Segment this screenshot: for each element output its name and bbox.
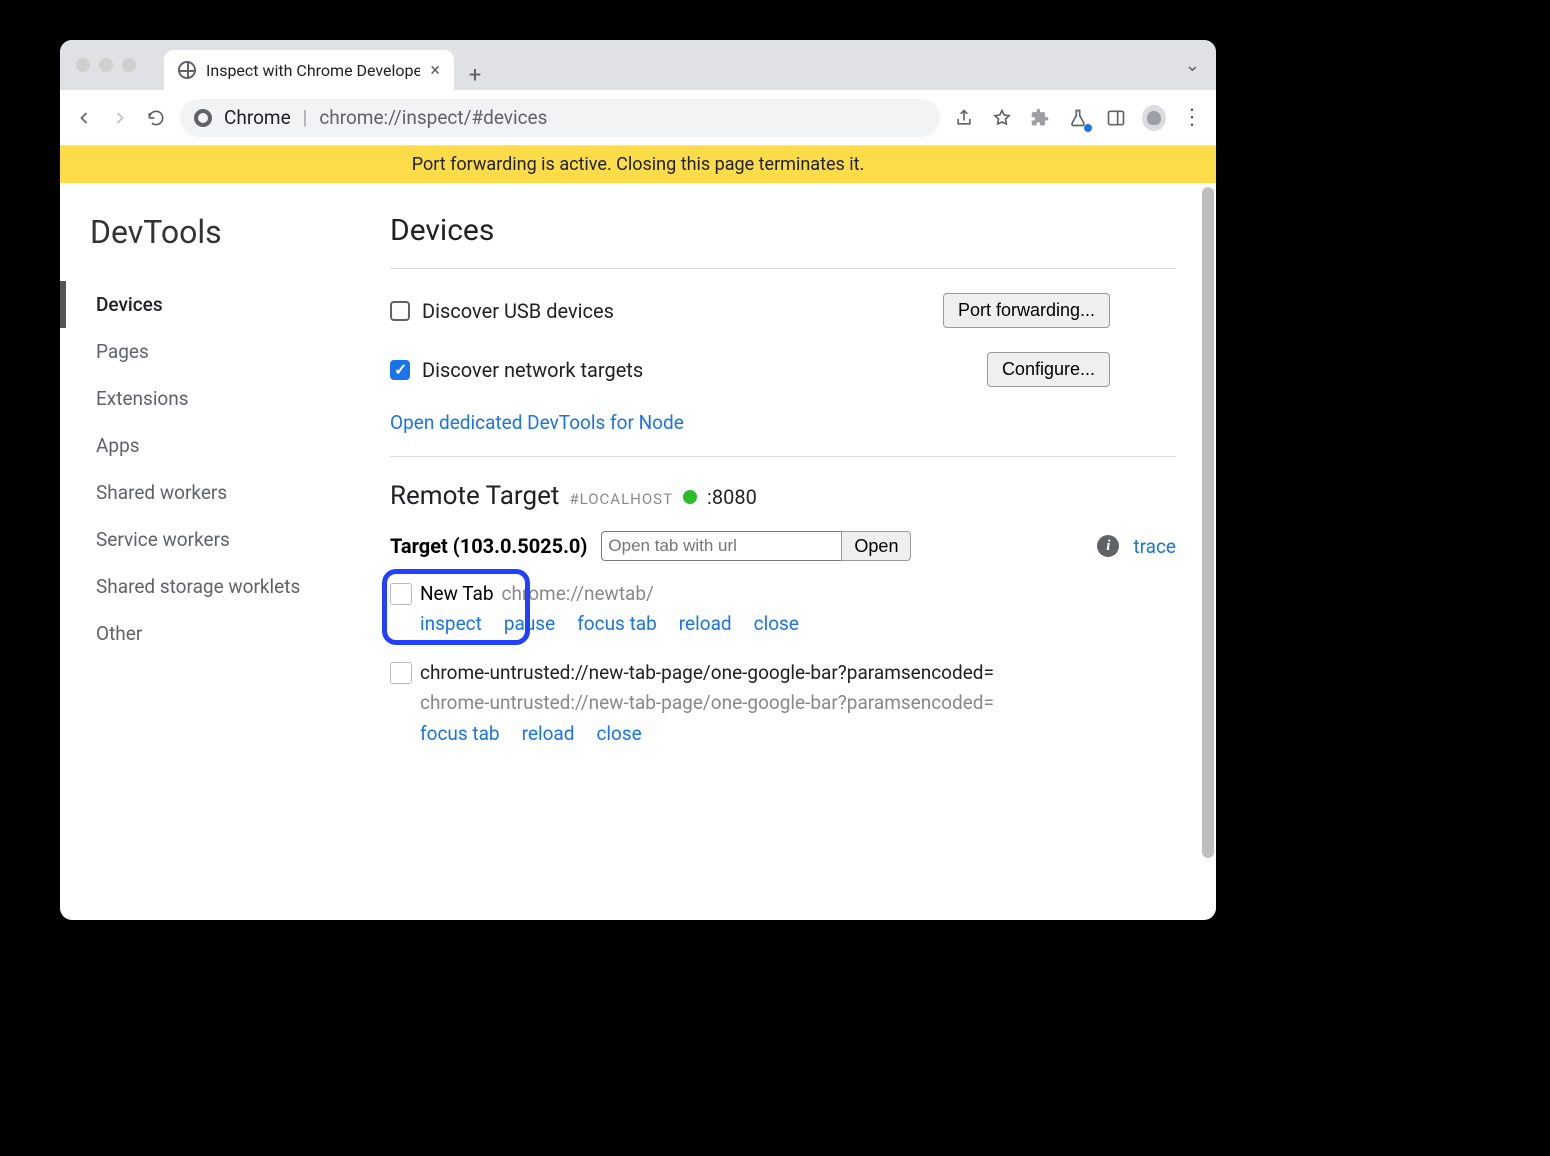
configure-button[interactable]: Configure... [987,352,1110,387]
tab-strip: Inspect with Chrome Develope × + [164,40,1177,90]
action-reload[interactable]: reload [679,609,732,639]
remote-tab-url: chrome://newtab/ [502,579,654,609]
action-focus-tab[interactable]: focus tab [420,719,500,749]
remote-target-port: :8080 [707,485,757,509]
scrollbar-thumb[interactable] [1202,187,1214,858]
close-window-icon[interactable] [76,58,90,72]
back-button[interactable] [72,106,96,130]
sidebar-item-extensions[interactable]: Extensions [90,375,380,422]
action-inspect[interactable]: inspect [420,609,482,639]
browser-tab[interactable]: Inspect with Chrome Develope × [164,50,454,90]
sidebar-item-shared-workers[interactable]: Shared workers [90,469,380,516]
chrome-logo-icon [194,109,212,127]
remote-tab-actions: inspect pause focus tab reload close [420,609,1176,639]
browser-window: Inspect with Chrome Develope × + ⌄ Chrom… [60,40,1216,920]
discover-network-label: Discover network targets [422,358,643,382]
page-body: DevTools Devices Pages Extensions Apps S… [60,183,1216,920]
toolbar: Chrome | chrome://inspect/#devices [60,90,1216,146]
action-close[interactable]: close [596,719,641,749]
bookmark-star-icon[interactable] [990,106,1014,130]
divider [390,456,1176,457]
page-heading: Devices [390,213,1176,248]
remote-tab-actions: focus tab reload close [420,719,1176,749]
remote-tab-title: New Tab [420,579,494,609]
profile-avatar[interactable] [1142,106,1166,130]
remote-target-header: Remote Target #LOCALHOST :8080 [390,481,1176,511]
action-pause[interactable]: pause [504,609,555,639]
sidebar-title: DevTools [90,213,380,251]
scrollbar[interactable] [1202,187,1214,916]
url-origin: Chrome [224,106,291,129]
info-icon[interactable]: i [1097,535,1119,557]
sidebar-item-pages[interactable]: Pages [90,328,380,375]
status-dot-icon [683,490,697,504]
side-panel-icon[interactable] [1104,106,1128,130]
url-path: chrome://inspect/#devices [319,106,547,129]
share-icon[interactable] [952,106,976,130]
labs-icon[interactable] [1066,106,1090,130]
open-tab-group: Open [601,531,911,561]
target-version-label: Target (103.0.5025.0) [390,534,587,558]
notification-dot-icon [1084,124,1092,132]
window-controls [76,58,136,72]
remote-target-title: Remote Target [390,481,559,511]
forward-button[interactable] [108,106,132,130]
discover-usb-label: Discover USB devices [422,299,614,323]
sidebar-item-apps[interactable]: Apps [90,422,380,469]
remote-tab-entry: chrome-untrusted://new-tab-page/one-goog… [390,658,1176,749]
discover-network-checkbox[interactable] [390,360,410,380]
open-node-devtools-link[interactable]: Open dedicated DevTools for Node [390,411,684,434]
trace-link[interactable]: trace [1133,535,1176,558]
maximize-window-icon[interactable] [122,58,136,72]
new-tab-button[interactable]: + [460,60,490,90]
extensions-icon[interactable] [1028,106,1052,130]
reload-button[interactable] [144,106,168,130]
open-tab-button[interactable]: Open [841,531,911,561]
sidebar-item-shared-storage-worklets[interactable]: Shared storage worklets [90,563,380,610]
remote-tab-url: chrome-untrusted://new-tab-page/one-goog… [420,688,1176,718]
favicon-placeholder-icon [390,662,412,684]
port-forwarding-button[interactable]: Port forwarding... [943,293,1110,328]
remote-target-host: #LOCALHOST [569,490,673,508]
minimize-window-icon[interactable] [99,58,113,72]
sidebar-item-other[interactable]: Other [90,610,380,657]
sidebar-item-service-workers[interactable]: Service workers [90,516,380,563]
toolbar-right: ⋮ [952,106,1204,130]
action-focus-tab[interactable]: focus tab [577,609,657,639]
tab-title: Inspect with Chrome Develope [206,61,420,80]
titlebar: Inspect with Chrome Develope × + ⌄ [60,40,1216,90]
remote-tab-title: chrome-untrusted://new-tab-page/one-goog… [420,658,994,688]
tab-list-chevron-icon[interactable]: ⌄ [1185,55,1200,76]
target-row: Target (103.0.5025.0) Open i trace [390,531,1176,561]
url-separator: | [303,106,308,129]
address-bar[interactable]: Chrome | chrome://inspect/#devices [180,99,940,137]
port-forwarding-banner: Port forwarding is active. Closing this … [60,146,1216,183]
main-panel: Devices Discover USB devices Port forwar… [380,183,1216,920]
discover-usb-row: Discover USB devices Port forwarding... [390,293,1110,328]
favicon-placeholder-icon [390,583,412,605]
discover-usb-checkbox[interactable] [390,301,410,321]
sidebar-item-devices[interactable]: Devices [60,281,380,328]
close-tab-icon[interactable]: × [430,60,440,81]
action-close[interactable]: close [754,609,799,639]
globe-icon [178,61,196,79]
sidebar: DevTools Devices Pages Extensions Apps S… [60,183,380,920]
discover-network-row: Discover network targets Configure... [390,352,1110,387]
open-tab-url-input[interactable] [601,531,841,561]
action-reload[interactable]: reload [522,719,575,749]
menu-kebab-icon[interactable]: ⋮ [1180,106,1204,130]
page-content: Port forwarding is active. Closing this … [60,146,1216,920]
remote-tab-entry: New Tab chrome://newtab/ inspect pause f… [390,579,1176,640]
divider [390,268,1176,269]
